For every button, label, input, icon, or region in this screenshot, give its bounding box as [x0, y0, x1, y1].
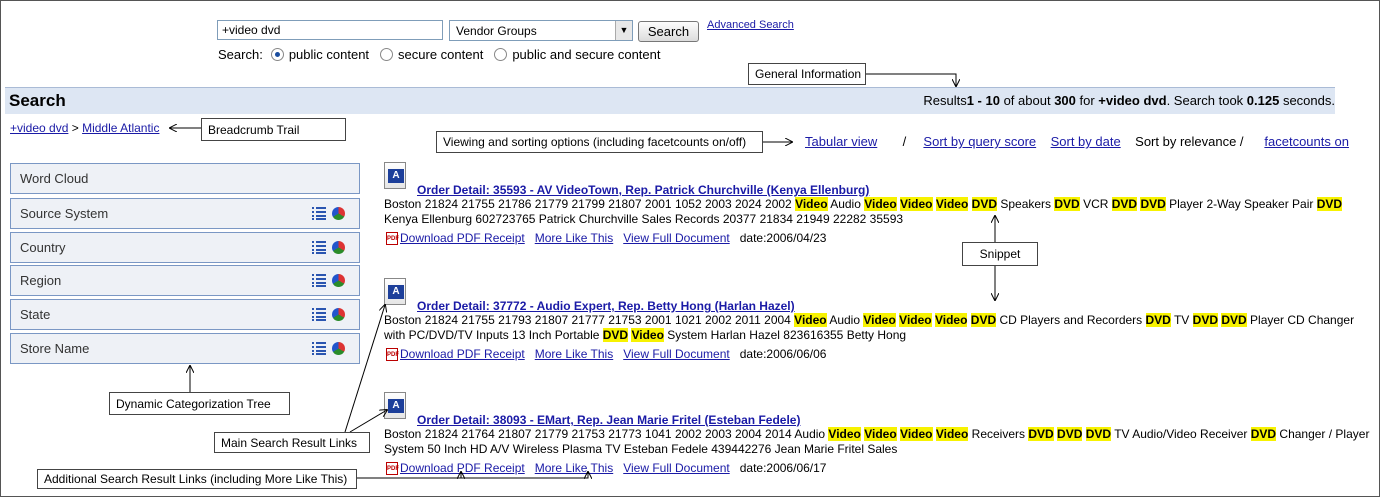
annotation-arrows: [0, 73, 1380, 497]
callout-main-result-links: Main Search Result Links: [214, 432, 370, 453]
callout-general-information: General Information: [748, 63, 866, 85]
callout-additional-links: Additional Search Result Links (includin…: [37, 469, 357, 489]
callout-viewing-sorting: Viewing and sorting options (including f…: [436, 131, 763, 153]
callout-breadcrumb: Breadcrumb Trail: [201, 118, 346, 141]
callout-categorization-tree: Dynamic Categorization Tree: [109, 392, 290, 415]
callout-snippet: Snippet: [962, 242, 1038, 266]
